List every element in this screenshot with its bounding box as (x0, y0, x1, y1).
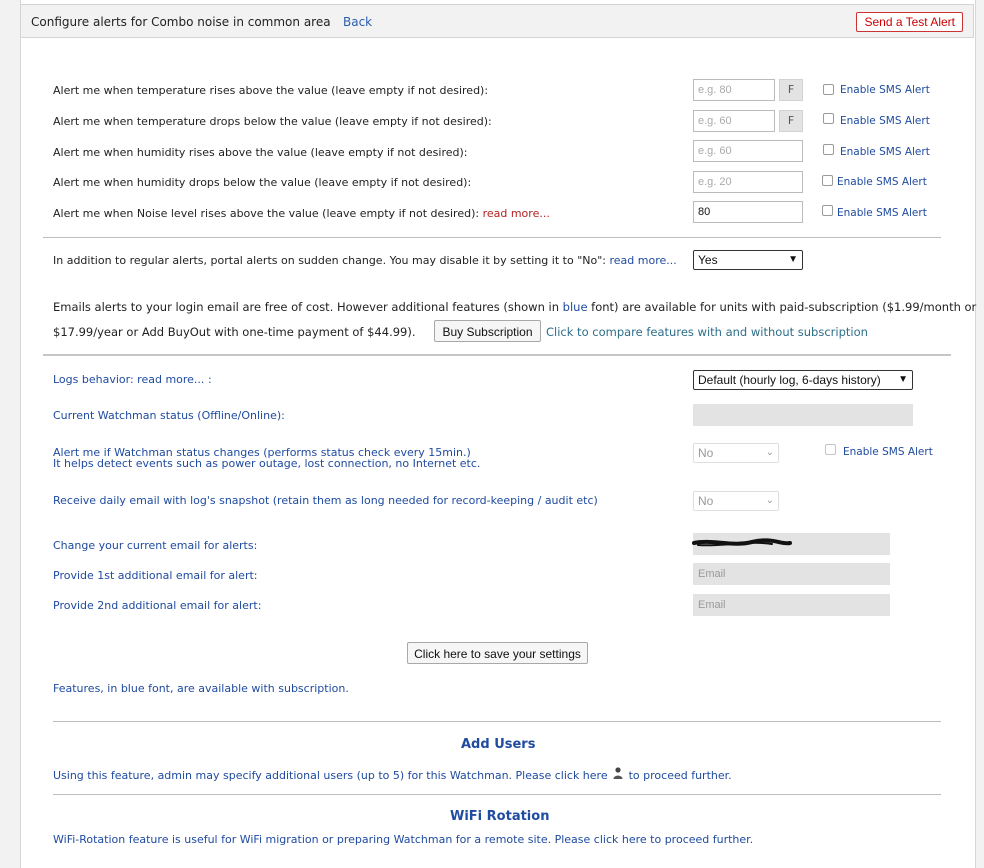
sudden-change-read-more-link[interactable]: read more... (609, 254, 676, 267)
first-email-input[interactable]: Email (693, 563, 890, 585)
page-header: Configure alerts for Combo noise in comm… (20, 4, 974, 38)
humidity-drop-input[interactable]: e.g. 20 (693, 171, 803, 193)
status-change-sms-checkbox[interactable] (825, 444, 836, 455)
status-change-sms-label: Enable SMS Alert (843, 446, 933, 458)
chevron-down-icon: ⌄ (765, 495, 774, 506)
temp-rise-sms-checkbox[interactable] (823, 84, 834, 95)
humidity-rise-input[interactable]: e.g. 60 (693, 140, 803, 162)
status-change-sublabel: It helps detect events such as power out… (53, 457, 481, 470)
divider (53, 794, 941, 795)
watchman-status-label: Current Watchman status (Offline/Online)… (53, 409, 285, 422)
chevron-down-icon: ⌄ (765, 447, 774, 458)
redacted-email-mark (692, 538, 792, 547)
humidity-drop-sms-checkbox[interactable] (822, 175, 833, 186)
features-note: Features, in blue font, are available wi… (53, 682, 349, 695)
second-email-input[interactable]: Email (693, 594, 890, 616)
temp-drop-label: Alert me when temperature drops below th… (53, 115, 492, 128)
noise-rise-sms-checkbox[interactable] (822, 205, 833, 216)
divider (43, 237, 941, 238)
divider (53, 721, 941, 722)
chevron-down-icon: ▼ (788, 254, 798, 265)
chevron-down-icon: ▼ (898, 374, 908, 385)
humidity-drop-label: Alert me when humidity drops below the v… (53, 176, 472, 189)
subscription-text-line2: $17.99/year or Add BuyOut with one-time … (53, 325, 416, 339)
add-users-link[interactable]: click here (555, 769, 608, 782)
temp-rise-label: Alert me when temperature rises above th… (53, 84, 489, 97)
temp-rise-sms-label: Enable SMS Alert (840, 84, 930, 96)
noise-read-more-link[interactable]: read more... (483, 207, 550, 220)
humidity-rise-sms-checkbox[interactable] (823, 144, 834, 155)
temp-drop-input[interactable]: e.g. 60 (693, 110, 775, 132)
daily-email-label: Receive daily email with log's snapshot … (53, 494, 598, 507)
wifi-rotation-title: WiFi Rotation (450, 809, 550, 824)
add-users-text: Using this feature, admin may specify ad… (53, 766, 732, 782)
temp-unit-badge: F (779, 110, 803, 132)
temp-rise-input[interactable]: e.g. 80 (693, 79, 775, 101)
humidity-rise-sms-label: Enable SMS Alert (840, 146, 930, 158)
sudden-change-select[interactable]: Yes ▼ (693, 250, 803, 270)
temp-drop-sms-checkbox[interactable] (823, 113, 834, 124)
back-link[interactable]: Back (343, 15, 372, 29)
wifi-rotation-link[interactable]: click here (594, 833, 647, 846)
noise-rise-label: Alert me when Noise level rises above th… (53, 207, 550, 220)
compare-features-link[interactable]: Click to compare features with and witho… (546, 325, 868, 339)
temp-drop-sms-label: Enable SMS Alert (840, 115, 930, 127)
noise-rise-input[interactable]: 80 (693, 201, 803, 223)
save-settings-button[interactable]: Click here to save your settings (407, 642, 588, 664)
first-email-label: Provide 1st additional email for alert: (53, 569, 258, 582)
humidity-rise-label: Alert me when humidity rises above the v… (53, 146, 468, 159)
subscription-text: Emails alerts to your login email are fr… (53, 300, 977, 314)
user-icon[interactable] (611, 766, 625, 780)
humidity-drop-sms-label: Enable SMS Alert (837, 176, 927, 188)
status-change-select[interactable]: No ⌄ (693, 443, 779, 463)
logs-behavior-select[interactable]: Default (hourly log, 6-days history) ▼ (693, 370, 913, 390)
daily-email-select[interactable]: No ⌄ (693, 491, 779, 511)
send-test-alert-button[interactable]: Send a Test Alert (856, 12, 963, 32)
add-users-title: Add Users (461, 737, 536, 752)
sudden-change-label: In addition to regular alerts, portal al… (53, 254, 677, 267)
logs-behavior-label: Logs behavior: read more... : (53, 373, 212, 386)
second-email-label: Provide 2nd additional email for alert: (53, 599, 262, 612)
divider (43, 354, 951, 356)
current-email-label: Change your current email for alerts: (53, 539, 258, 552)
page-title: Configure alerts for Combo noise in comm… (31, 15, 331, 29)
watchman-status-field (693, 404, 913, 426)
logs-read-more-link[interactable]: read more... (137, 373, 204, 386)
noise-rise-sms-label: Enable SMS Alert (837, 207, 927, 219)
buy-subscription-button[interactable]: Buy Subscription (434, 320, 541, 342)
temp-unit-badge: F (779, 79, 803, 101)
wifi-rotation-text: WiFi-Rotation feature is useful for WiFi… (53, 833, 754, 846)
